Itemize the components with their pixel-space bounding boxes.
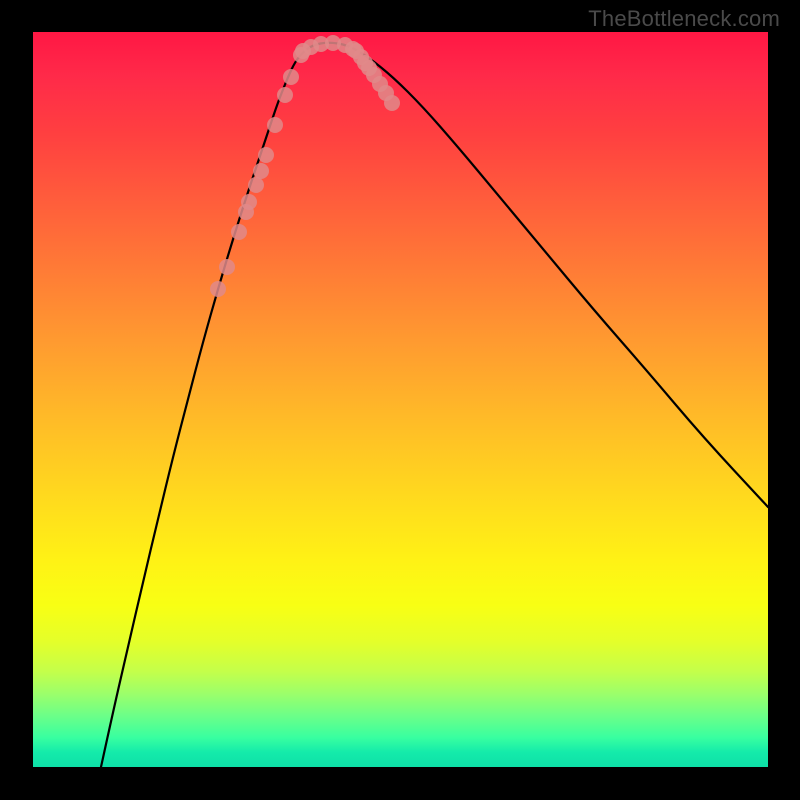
overlay-dot [384,95,400,111]
curve-svg-layer [33,32,768,767]
overlay-dot [258,147,274,163]
bottleneck-curve [101,43,768,767]
overlay-dot [241,194,257,210]
overlay-dot [210,281,226,297]
overlay-dot [231,224,247,240]
overlay-dot [248,177,264,193]
overlay-dot [283,69,299,85]
overlay-dot [277,87,293,103]
watermark-text: TheBottleneck.com [588,6,780,32]
bottleneck-curve-path [101,43,768,767]
chart-frame: TheBottleneck.com [0,0,800,800]
overlay-dot [253,163,269,179]
overlay-dot [219,259,235,275]
overlay-dot [267,117,283,133]
overlay-dots [210,35,400,297]
